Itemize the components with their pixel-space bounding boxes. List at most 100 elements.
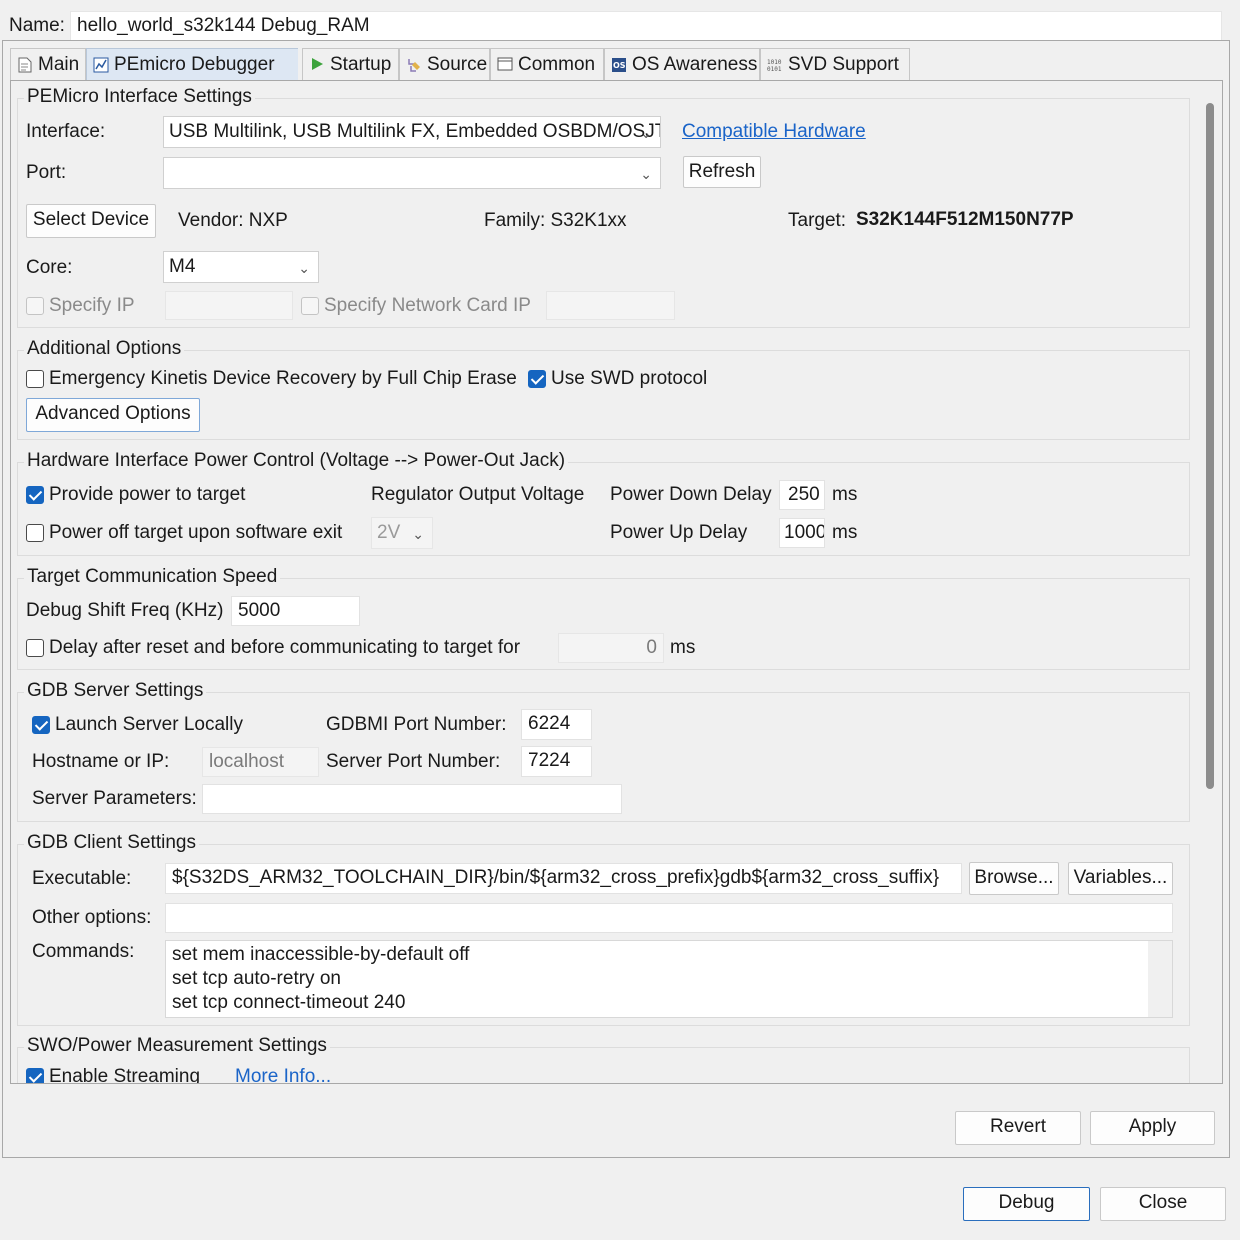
apply-button[interactable]: Apply: [1090, 1111, 1215, 1145]
svg-text:OS: OS: [613, 61, 626, 70]
power-down-delay-input[interactable]: 250: [779, 480, 825, 510]
commands-scrollbar[interactable]: [1148, 941, 1172, 1017]
page-icon: [17, 57, 33, 73]
compatible-hardware-link[interactable]: Compatible Hardware: [682, 120, 866, 144]
tab-svd-support[interactable]: 1010 0101 SVD Support: [760, 48, 910, 80]
network-card-ip-field[interactable]: [546, 291, 675, 320]
config-name-input[interactable]: hello_world_s32k144 Debug_RAM: [70, 11, 1222, 41]
svg-text:0101: 0101: [767, 66, 782, 73]
swo-settings-title: SWO/Power Measurement Settings: [24, 1034, 330, 1058]
tab-label: SVD Support: [788, 53, 899, 75]
interface-value: USB Multilink, USB Multilink FX, Embedde…: [169, 121, 660, 142]
ip-address-field[interactable]: [165, 291, 293, 320]
target-value: S32K144F512M150N77P: [856, 209, 1074, 230]
refresh-button[interactable]: Refresh: [683, 156, 761, 188]
core-value: M4: [169, 256, 196, 277]
os-icon: OS: [611, 57, 627, 73]
command-line: set tcp connect-timeout 240: [172, 992, 406, 1013]
hostname-label: Hostname or IP:: [32, 751, 170, 772]
family-text: Family: S32K1xx: [484, 210, 627, 231]
additional-options-title: Additional Options: [24, 337, 185, 361]
tab-label: OS Awareness: [632, 53, 758, 75]
specify-network-ip-label: Specify Network Card IP: [324, 295, 531, 316]
other-options-input[interactable]: [165, 903, 1173, 933]
power-up-delay-input[interactable]: 1000: [779, 518, 825, 548]
specify-network-ip-checkbox[interactable]: [301, 297, 319, 315]
server-parameters-label: Server Parameters:: [32, 788, 197, 809]
variables-button[interactable]: Variables...: [1068, 862, 1173, 895]
svg-text:1010: 1010: [767, 59, 782, 66]
tab-startup[interactable]: Startup: [302, 48, 399, 80]
tab-pemicro-debugger[interactable]: PEmicro Debugger: [86, 48, 298, 80]
provide-power-label: Provide power to target: [49, 484, 246, 505]
select-device-button[interactable]: Select Device: [26, 204, 156, 238]
chevron-down-icon: ⌄: [640, 125, 652, 141]
enable-streaming-label: Enable Streaming: [49, 1066, 201, 1083]
vendor-text: Vendor: NXP: [178, 210, 288, 231]
provide-power-checkbox[interactable]: [26, 486, 44, 504]
commands-label: Commands:: [32, 941, 135, 962]
launch-server-label: Launch Server Locally: [55, 714, 243, 735]
enable-streaming-checkbox[interactable]: [26, 1068, 44, 1083]
name-label: Name:: [9, 15, 65, 36]
interface-select[interactable]: USB Multilink, USB Multilink FX, Embedde…: [163, 116, 661, 148]
delay-after-reset-label: Delay after reset and before communicati…: [49, 637, 521, 658]
browse-button[interactable]: Browse...: [969, 862, 1059, 895]
gdb-client-title: GDB Client Settings: [24, 831, 199, 855]
other-options-label: Other options:: [32, 907, 152, 928]
regulator-voltage-select[interactable]: 2V ⌄: [371, 517, 433, 549]
tab-main[interactable]: Main: [10, 48, 86, 80]
emergency-recovery-label: Emergency Kinetis Device Recovery by Ful…: [49, 368, 517, 389]
advanced-options-button[interactable]: Advanced Options: [26, 398, 200, 432]
command-line: set tcp auto-retry on: [172, 968, 341, 989]
ms-unit: ms: [670, 637, 696, 658]
tab-label: Startup: [330, 53, 392, 75]
play-icon: [309, 57, 325, 73]
hostname-input[interactable]: localhost: [202, 747, 319, 777]
delay-after-reset-checkbox[interactable]: [26, 639, 44, 657]
launch-server-checkbox[interactable]: [32, 716, 50, 734]
power-down-delay-label: Power Down Delay: [610, 484, 772, 505]
close-button[interactable]: Close: [1100, 1187, 1226, 1221]
swo-row-clip: Enable Streaming More Info...: [17, 1062, 517, 1083]
use-swd-checkbox[interactable]: [528, 370, 546, 388]
command-line: set mem inaccessible-by-default off: [172, 944, 470, 965]
port-select[interactable]: ⌄: [163, 157, 661, 189]
comm-speed-title: Target Communication Speed: [24, 565, 281, 589]
power-up-delay-label: Power Up Delay: [610, 522, 748, 543]
tab-os-awareness[interactable]: OS OS Awareness: [604, 48, 760, 80]
ms-unit: ms: [832, 484, 858, 505]
server-port-input[interactable]: 7224: [521, 746, 592, 777]
debug-button[interactable]: Debug: [963, 1187, 1090, 1221]
tab-source[interactable]: Source: [399, 48, 490, 80]
regulator-voltage-value: 2V: [377, 522, 401, 543]
regulator-voltage-label: Regulator Output Voltage: [371, 484, 585, 505]
port-label: Port:: [26, 162, 67, 183]
revert-button[interactable]: Revert: [955, 1111, 1081, 1145]
emergency-recovery-checkbox[interactable]: [26, 370, 44, 388]
debug-shift-freq-input[interactable]: 5000: [231, 596, 360, 626]
chevron-down-icon: ⌄: [640, 166, 652, 182]
gdbmi-port-input[interactable]: 6224: [521, 709, 592, 740]
power-off-label: Power off target upon software exit: [49, 522, 343, 543]
delay-after-reset-input[interactable]: 0: [558, 633, 664, 663]
power-control-title: Hardware Interface Power Control (Voltag…: [24, 449, 569, 473]
executable-input[interactable]: ${S32DS_ARM32_TOOLCHAIN_DIR}/bin/${arm32…: [165, 863, 962, 894]
core-select[interactable]: M4 ⌄: [163, 251, 319, 283]
commands-textarea[interactable]: set mem inaccessible-by-default off set …: [165, 940, 1173, 1018]
vertical-scrollbar-thumb[interactable]: [1206, 103, 1214, 789]
server-parameters-input[interactable]: [202, 784, 622, 814]
gdbmi-port-label: GDBMI Port Number:: [326, 714, 507, 735]
specify-ip-label: Specify IP: [49, 295, 135, 316]
tab-label: Common: [518, 53, 596, 75]
chevron-down-icon: ⌄: [298, 260, 310, 276]
svd-icon: 1010 0101: [767, 57, 783, 73]
interface-label: Interface:: [26, 121, 106, 142]
power-off-checkbox[interactable]: [26, 524, 44, 542]
tab-label: Source: [427, 53, 488, 75]
server-port-label: Server Port Number:: [326, 751, 501, 772]
interface-settings-title: PEMicro Interface Settings: [24, 85, 255, 109]
specify-ip-checkbox[interactable]: [26, 297, 44, 315]
tab-common[interactable]: Common: [490, 48, 604, 80]
more-info-link[interactable]: More Info...: [235, 1065, 331, 1083]
